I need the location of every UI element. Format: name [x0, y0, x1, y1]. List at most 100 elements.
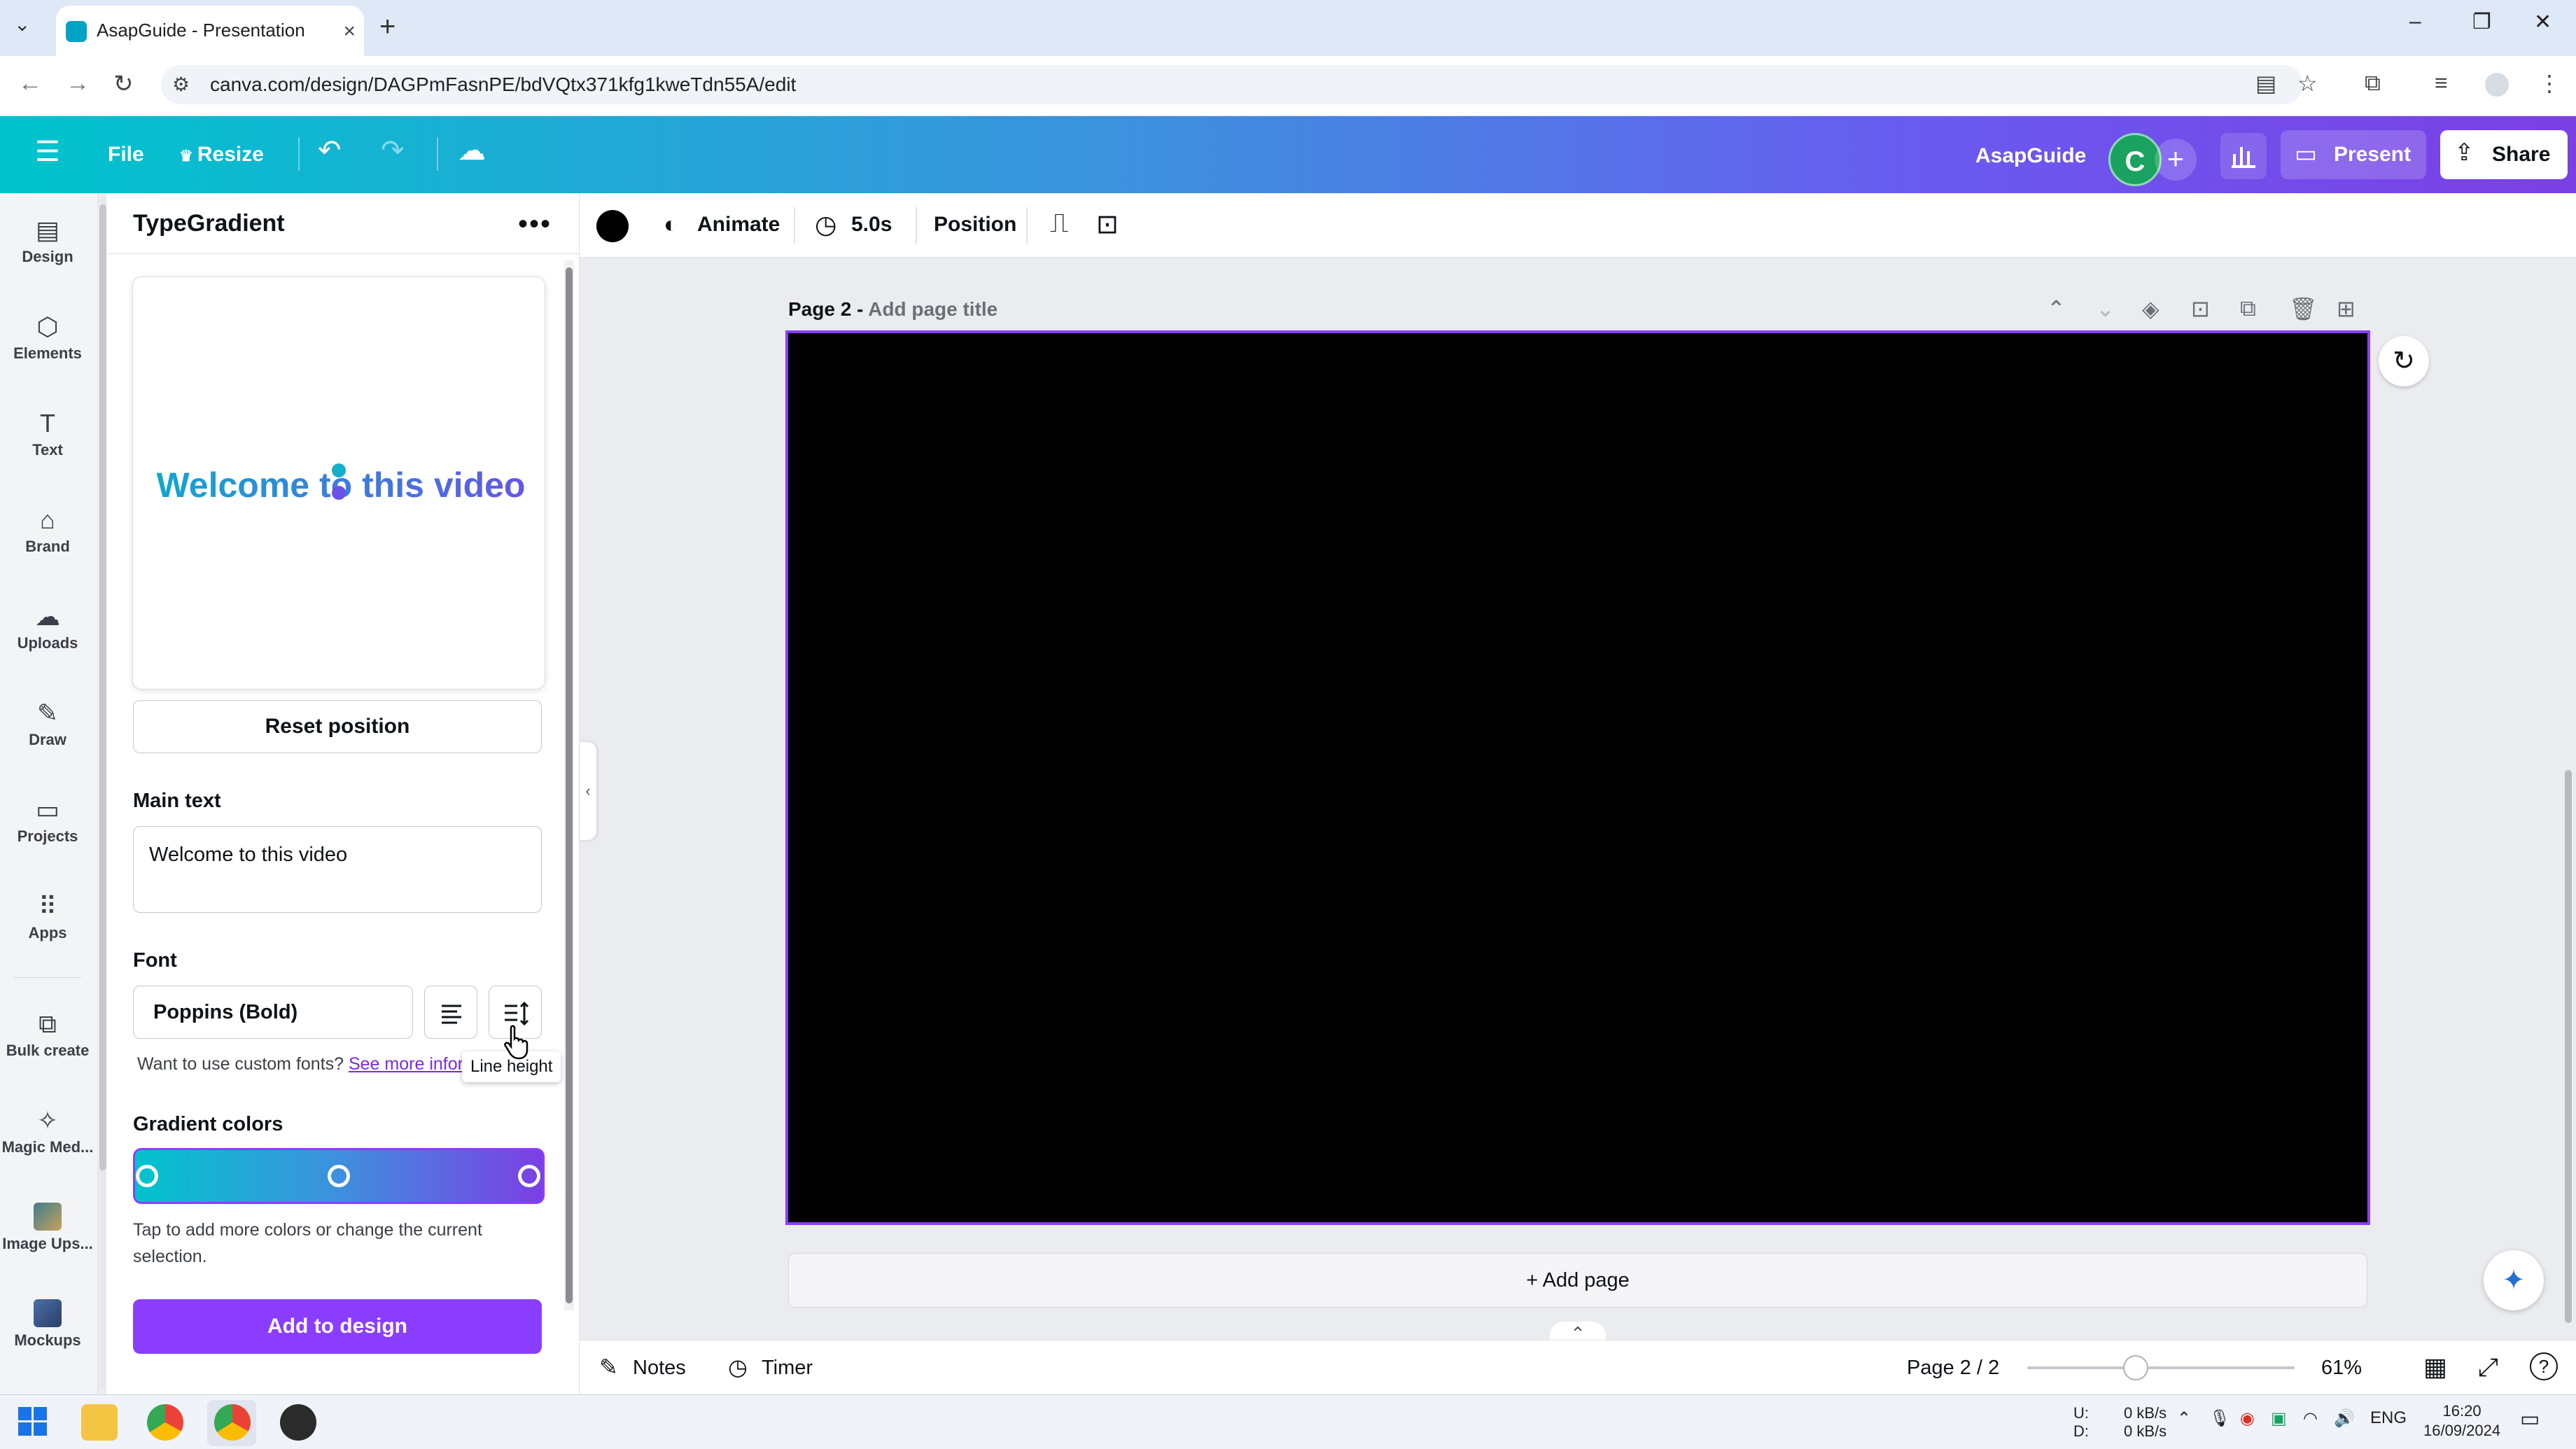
record-icon[interactable]: ◉	[2240, 1408, 2255, 1429]
forward-icon[interactable]: →	[66, 70, 90, 97]
magic-assistant-icon[interactable]: ✦	[2484, 1250, 2544, 1310]
tab-search-icon[interactable]: ⌄	[14, 13, 30, 36]
notifications-icon[interactable]: ▭	[2520, 1407, 2540, 1432]
preview-handle[interactable]	[332, 463, 346, 477]
duration-button[interactable]: 5.0s	[851, 213, 892, 237]
close-window-icon[interactable]: ✕	[2534, 10, 2552, 34]
fullscreen-icon[interactable]: ⤢	[2478, 1352, 2498, 1382]
see-more-info-link[interactable]: See more infor	[349, 1054, 463, 1074]
gradient-stop[interactable]	[518, 1165, 540, 1187]
rail-item-draw[interactable]: ✎ Draw	[0, 699, 95, 749]
screen-recorder-icon[interactable]	[280, 1404, 316, 1441]
grid-view-icon[interactable]: ▦	[2423, 1352, 2447, 1382]
resize-button[interactable]: ♛ Resize	[179, 143, 264, 167]
rail-scrollbar[interactable]	[99, 197, 106, 1387]
collapse-panel-button[interactable]: ‹	[580, 742, 596, 840]
present-button[interactable]: ▭ Present	[2281, 130, 2426, 179]
add-page-icon[interactable]: ⊞	[2337, 295, 2356, 322]
clock[interactable]: 16:20 16/09/2024	[2423, 1401, 2500, 1441]
profile-icon[interactable]	[2485, 73, 2509, 97]
gradient-stop[interactable]	[328, 1165, 350, 1187]
cloud-saved-icon[interactable]: ☁	[458, 134, 486, 167]
rail-item-elements[interactable]: ⬡ Elements	[0, 312, 95, 363]
page-title-placeholder[interactable]: Add page title	[868, 298, 997, 320]
rail-item-design[interactable]: ▤ Design	[0, 216, 95, 266]
rail-item-bulk-create[interactable]: ⧉ Bulk create	[0, 1009, 95, 1060]
move-page-up-icon[interactable]: ⌃	[2047, 295, 2066, 322]
font-select[interactable]: Poppins (Bold)	[133, 986, 413, 1039]
preview-handle[interactable]	[332, 486, 346, 500]
text-align-button[interactable]	[424, 986, 477, 1039]
lock-page-icon[interactable]: ⊡	[2191, 295, 2210, 322]
rail-item-apps[interactable]: ⠿ Apps	[0, 892, 95, 942]
position-button[interactable]: Position	[934, 213, 1016, 237]
wifi-icon[interactable]: ◠	[2303, 1408, 2318, 1429]
tray-app-icon[interactable]: ▣	[2271, 1408, 2287, 1429]
close-tab-icon[interactable]: ×	[343, 20, 356, 43]
page-indicator[interactable]: Page 2 / 2	[1907, 1357, 1999, 1380]
chrome-icon[interactable]	[147, 1404, 183, 1441]
site-info-icon[interactable]: ⚙	[172, 73, 190, 96]
move-page-down-icon[interactable]: ⌄	[2096, 295, 2115, 322]
gradient-stop[interactable]	[136, 1165, 158, 1187]
tray-chevron-icon[interactable]: ⌃	[2177, 1408, 2191, 1429]
hide-page-icon[interactable]: ◈	[2142, 295, 2160, 322]
rail-item-magic-media[interactable]: ✧ Magic Med...	[0, 1106, 95, 1156]
language-indicator[interactable]: ENG	[2370, 1408, 2407, 1428]
back-icon[interactable]: ←	[18, 70, 42, 97]
refresh-suggestion-icon[interactable]: ↻	[2379, 336, 2429, 386]
undo-icon[interactable]: ↶	[318, 134, 342, 167]
notes-button[interactable]: Notes	[633, 1357, 686, 1380]
save-page-icon[interactable]: ▤	[2255, 70, 2276, 97]
user-avatar[interactable]: C	[2108, 133, 2162, 186]
team-name[interactable]: AsapGuide	[1975, 144, 2086, 168]
new-tab-icon[interactable]: +	[379, 11, 396, 43]
rail-item-text[interactable]: T Text	[0, 409, 95, 459]
add-to-design-button[interactable]: Add to design	[133, 1299, 542, 1354]
rail-item-mockups[interactable]: Mockups	[0, 1299, 95, 1350]
animate-button[interactable]: Animate	[697, 213, 780, 237]
timer-button[interactable]: Timer	[762, 1357, 813, 1380]
file-menu[interactable]: File	[108, 143, 144, 167]
rail-item-projects[interactable]: ▭ Projects	[0, 795, 95, 846]
workspace-scrollbar[interactable]	[2565, 770, 2572, 1323]
panel-scroll-thumb[interactable]	[566, 267, 573, 1303]
delete-page-icon[interactable]: 🗑	[2289, 295, 2318, 322]
share-button[interactable]: ⇪ Share	[2440, 130, 2568, 179]
bookmark-star-icon[interactable]: ☆	[2297, 70, 2318, 97]
lock-icon[interactable]: ⊡	[1096, 209, 1119, 240]
paint-format-icon[interactable]: ⎍	[1050, 209, 1069, 239]
browser-tab[interactable]: AsapGuide - Presentation ×	[56, 6, 364, 56]
rail-scroll-thumb[interactable]	[99, 204, 106, 1170]
windows-start-icon[interactable]	[18, 1407, 48, 1436]
minimize-icon[interactable]: –	[2409, 10, 2421, 34]
add-page-button[interactable]: + Add page	[788, 1253, 2367, 1308]
rail-item-uploads[interactable]: ☁ Uploads	[0, 602, 95, 652]
main-text-input[interactable]: Welcome to this video	[133, 826, 542, 913]
url-text[interactable]: canva.com/design/DAGPmFasnPE/bdVQtx371kf…	[210, 74, 796, 96]
chrome-icon[interactable]	[214, 1404, 251, 1441]
reload-icon[interactable]: ↻	[113, 70, 134, 98]
redo-icon[interactable]: ↷	[381, 134, 405, 167]
insights-button[interactable]	[2220, 133, 2267, 179]
extensions-icon[interactable]: ⧉	[2365, 70, 2381, 97]
background-color-swatch[interactable]	[596, 210, 629, 242]
zoom-slider-track[interactable]	[2027, 1366, 2295, 1369]
media-controls-icon[interactable]: ≡	[2435, 70, 2448, 96]
duplicate-page-icon[interactable]: ⧉	[2240, 295, 2256, 322]
microphone-icon[interactable]: 🎙	[2209, 1408, 2230, 1429]
page-title[interactable]: Page 2 - Add page title	[788, 298, 997, 321]
zoom-level[interactable]: 61%	[2321, 1357, 2362, 1380]
panel-scrollbar[interactable]	[564, 260, 574, 1310]
file-explorer-icon[interactable]	[81, 1404, 118, 1441]
rail-item-brand[interactable]: ⌂ Brand	[0, 505, 95, 556]
more-options-icon[interactable]: •••	[518, 209, 552, 240]
restore-icon[interactable]: ❐	[2472, 10, 2491, 34]
invite-plus-button[interactable]: +	[2155, 139, 2197, 181]
browser-menu-icon[interactable]: ⋮	[2538, 70, 2561, 97]
main-menu-icon[interactable]: ☰	[35, 136, 60, 168]
help-icon[interactable]: ?	[2530, 1352, 2558, 1380]
page-canvas[interactable]	[785, 330, 2370, 1225]
volume-icon[interactable]: 🔊	[2334, 1408, 2355, 1429]
rail-item-image-upscaler[interactable]: Image Ups...	[0, 1203, 95, 1253]
